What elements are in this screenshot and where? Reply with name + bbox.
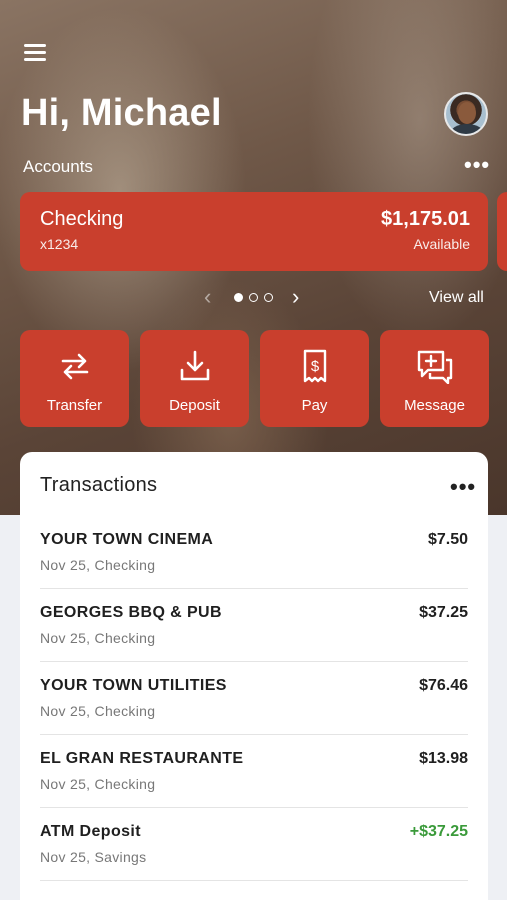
transaction-name: GEORGES BBQ & PUB <box>40 604 222 621</box>
hamburger-menu-icon[interactable] <box>24 44 46 64</box>
transaction-amount: $13.98 <box>419 750 468 767</box>
deposit-button[interactable]: Deposit <box>140 330 249 427</box>
message-button[interactable]: Message <box>380 330 489 427</box>
accounts-more-icon[interactable]: ••• <box>464 154 490 176</box>
page-dot <box>249 293 258 302</box>
view-all-link[interactable]: View all <box>429 289 484 307</box>
transaction-row[interactable]: YOUR TOWN CINEMA Nov 25, Checking $7.50 <box>40 516 468 589</box>
transaction-name: YOUR TOWN CINEMA <box>40 531 214 548</box>
transaction-date-account: Nov 25, Checking <box>40 703 156 719</box>
account-name: Checking <box>40 208 124 230</box>
deposit-icon <box>180 350 209 381</box>
transaction-row[interactable]: YOUR TOWN UTILITIES Nov 25, Checking $76… <box>40 662 468 735</box>
transaction-row[interactable]: GEORGES BBQ & PUB Nov 25, Checking $37.2… <box>40 589 468 662</box>
transactions-card: Transactions ••• YOUR TOWN CINEMA Nov 25… <box>20 452 488 900</box>
transactions-more-icon[interactable]: ••• <box>450 476 476 498</box>
transactions-title: Transactions <box>40 474 158 496</box>
account-pager: ‹ › <box>200 286 310 308</box>
transfer-icon <box>61 353 88 380</box>
transaction-date-account: Nov 25, Checking <box>40 776 156 792</box>
chevron-left-icon[interactable]: ‹ <box>204 286 211 308</box>
transaction-amount: +$37.25 <box>409 823 468 840</box>
transaction-amount: $37.25 <box>419 604 468 621</box>
pay-label: Pay <box>301 397 328 414</box>
greeting-title: Hi, Michael <box>21 92 222 134</box>
transaction-date-account: Nov 25, Checking <box>40 630 156 646</box>
deposit-label: Deposit <box>169 397 220 414</box>
transaction-name: YOUR TOWN UTILITIES <box>40 677 227 694</box>
pay-receipt-icon: $ <box>303 349 326 383</box>
account-balance-label: Available <box>413 236 470 252</box>
next-account-card-peek[interactable] <box>497 192 507 271</box>
transaction-row[interactable]: ATM Deposit Nov 25, Savings +$37.25 <box>40 808 468 881</box>
transaction-name: EL GRAN RESTAURANTE <box>40 750 244 767</box>
account-number: x1234 <box>40 236 79 252</box>
transaction-amount: $7.50 <box>427 531 468 548</box>
page-dot-active <box>234 293 243 302</box>
account-balance: $1,175.01 <box>381 208 470 230</box>
page-dot <box>264 293 273 302</box>
transaction-amount: $76.46 <box>419 677 468 694</box>
transaction-date-account: Nov 25, Checking <box>40 557 156 573</box>
message-label: Message <box>404 397 465 414</box>
pay-button[interactable]: $ Pay <box>260 330 369 427</box>
account-card-checking[interactable]: Checking x1234 $1,175.01 Available <box>20 192 488 271</box>
chevron-right-icon[interactable]: › <box>292 286 299 308</box>
transfer-label: Transfer <box>46 397 103 414</box>
transfer-button[interactable]: Transfer <box>20 330 129 427</box>
transaction-row[interactable]: EL GRAN RESTAURANTE Nov 25, Checking $13… <box>40 735 468 808</box>
profile-avatar[interactable] <box>444 92 488 136</box>
transaction-date-account: Nov 25, Savings <box>40 849 147 865</box>
accounts-label: Accounts <box>23 157 93 176</box>
transaction-name: ATM Deposit <box>40 823 141 840</box>
svg-text:$: $ <box>310 358 319 375</box>
message-icon <box>417 350 452 384</box>
avatar-face <box>458 102 476 124</box>
